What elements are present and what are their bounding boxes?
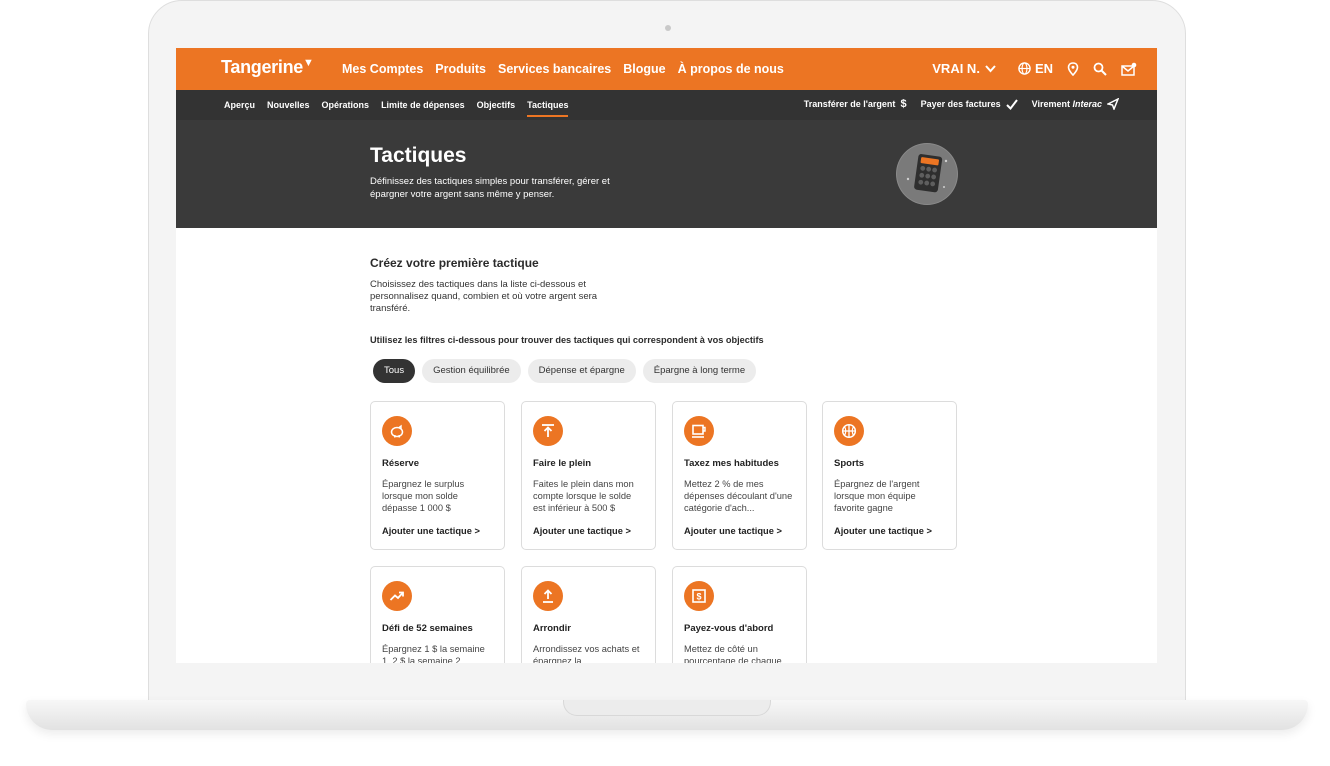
card-description: Épargnez de l'argent lorsque mon équipe … bbox=[834, 479, 920, 513]
card-title: Arrondir bbox=[533, 623, 571, 634]
card-title: Payez-vous d'abord bbox=[684, 623, 774, 634]
filter-depense-epargne[interactable]: Dépense et épargne bbox=[527, 359, 636, 383]
tactic-card-reserve[interactable]: Réserve Épargnez le surplus lorsque mon … bbox=[370, 401, 505, 550]
card-icon-badge bbox=[834, 416, 864, 446]
card-title: Sports bbox=[834, 458, 865, 469]
arrow-up-icon bbox=[543, 589, 553, 603]
nav-a-propos[interactable]: À propos de nous bbox=[678, 62, 784, 76]
tab-operations[interactable]: Opérations bbox=[322, 100, 370, 117]
dollar-icon: $ bbox=[900, 98, 907, 110]
tab-tactiques[interactable]: Tactiques bbox=[527, 100, 569, 117]
tangerine-logo[interactable]: Tangerine▼ bbox=[221, 57, 314, 78]
card-description: Épargnez le surplus lorsque mon solde dé… bbox=[382, 479, 465, 513]
card-description: Mettez de côté un pourcentage de chaque bbox=[684, 644, 782, 663]
location-pin-icon[interactable] bbox=[1067, 61, 1079, 76]
filter-epargne-long-terme[interactable]: Épargne à long terme bbox=[642, 359, 757, 383]
nav-blogue[interactable]: Blogue bbox=[623, 62, 665, 76]
tactic-card-payez-vous-dabord[interactable]: $ Payez-vous d'abord Mettez de côté un p… bbox=[672, 566, 807, 663]
mail-icon[interactable] bbox=[1121, 62, 1137, 76]
filter-chips: Tous Gestion équilibrée Dépense et éparg… bbox=[373, 359, 757, 383]
transfer-money-link[interactable]: Transférer de l'argent $ bbox=[804, 98, 907, 110]
filter-tous[interactable]: Tous bbox=[373, 359, 416, 383]
interac-transfer-link[interactable]: Virement Interac bbox=[1032, 98, 1119, 110]
tactic-card-faire-le-plein[interactable]: Faire le plein Faites le plein dans mon … bbox=[521, 401, 656, 550]
account-tabs: Aperçu Nouvelles Opérations Limite de dé… bbox=[224, 100, 569, 117]
browser-screen: Tangerine▼ Mes Comptes Produits Services… bbox=[176, 48, 1157, 663]
filter-gestion-equilibree[interactable]: Gestion équilibrée bbox=[422, 359, 521, 383]
tactic-card-taxez-mes-habitudes[interactable]: Taxez mes habitudes Mettez 2 % de mes dé… bbox=[672, 401, 807, 550]
trend-up-icon bbox=[389, 591, 404, 601]
calculator-illustration-icon bbox=[896, 143, 958, 205]
card-description: Arrondissez vos achats et épargnez la bbox=[533, 644, 640, 663]
tactic-card-sports[interactable]: Sports Épargnez de l'argent lorsque mon … bbox=[822, 401, 957, 550]
nav-services-bancaires[interactable]: Services bancaires bbox=[498, 62, 611, 76]
basketball-icon bbox=[841, 423, 857, 439]
tactic-card-defi-52-semaines[interactable]: Défi de 52 semaines Épargnez 1 $ la sema… bbox=[370, 566, 505, 663]
hero-banner: Tactiques Définissez des tactiques simpl… bbox=[176, 120, 1157, 228]
transfer-label: Transférer de l'argent bbox=[803, 99, 896, 109]
quick-actions: Transférer de l'argent $ Payer des factu… bbox=[804, 98, 1119, 110]
main-header: Tangerine▼ Mes Comptes Produits Services… bbox=[176, 48, 1157, 90]
card-icon-badge bbox=[684, 416, 714, 446]
card-title: Défi de 52 semaines bbox=[382, 623, 473, 634]
secondary-nav: Aperçu Nouvelles Opérations Limite de dé… bbox=[176, 90, 1157, 121]
page-title: Tactiques bbox=[370, 144, 467, 167]
language-label: EN bbox=[1034, 61, 1053, 76]
add-tactic-link[interactable]: Ajouter une tactique > bbox=[382, 526, 480, 536]
pay-bills-link[interactable]: Payer des factures bbox=[920, 98, 1018, 110]
section-title: Créez votre première tactique bbox=[370, 256, 539, 270]
card-icon-badge bbox=[382, 416, 412, 446]
dollar-bill-icon: $ bbox=[692, 589, 706, 603]
card-title: Faire le plein bbox=[533, 458, 592, 469]
interac-prefix: Virement bbox=[1031, 99, 1070, 109]
logo-text: Tangerine bbox=[221, 57, 303, 77]
send-plane-icon bbox=[1107, 98, 1119, 110]
nav-produits[interactable]: Produits bbox=[435, 62, 486, 76]
tab-limite-depenses[interactable]: Limite de dépenses bbox=[381, 100, 465, 117]
logo-mark-icon: ▼ bbox=[302, 57, 314, 69]
user-menu[interactable]: VRAI N. bbox=[932, 61, 996, 76]
card-icon-badge bbox=[382, 581, 412, 611]
tab-objectifs[interactable]: Objectifs bbox=[477, 100, 516, 117]
pay-bills-label: Payer des factures bbox=[920, 99, 1001, 109]
calculator-icon bbox=[897, 144, 957, 204]
tab-apercu[interactable]: Aperçu bbox=[224, 100, 255, 117]
svg-text:$: $ bbox=[696, 592, 701, 602]
card-icon-badge: $ bbox=[684, 581, 714, 611]
globe-icon bbox=[1018, 62, 1031, 75]
user-name: VRAI N. bbox=[932, 61, 980, 76]
nav-mes-comptes[interactable]: Mes Comptes bbox=[342, 62, 423, 76]
checkmark-icon bbox=[1005, 98, 1018, 110]
card-icon-badge bbox=[533, 581, 563, 611]
piggy-bank-icon bbox=[390, 424, 404, 438]
card-title: Réserve bbox=[382, 458, 419, 469]
header-utilities: VRAI N. EN bbox=[932, 61, 1137, 76]
tab-nouvelles[interactable]: Nouvelles bbox=[267, 100, 310, 117]
interac-label: Virement Interac bbox=[1032, 99, 1102, 109]
add-tactic-link[interactable]: Ajouter une tactique > bbox=[533, 526, 631, 536]
card-description: Faites le plein dans mon compte lorsque … bbox=[533, 479, 634, 513]
card-description: Épargnez 1 $ la semaine 1, 2 $ la semain… bbox=[382, 644, 485, 663]
add-tactic-link[interactable]: Ajouter une tactique > bbox=[834, 526, 932, 536]
card-title: Taxez mes habitudes bbox=[684, 458, 779, 469]
search-icon[interactable] bbox=[1093, 62, 1107, 76]
main-nav: Mes Comptes Produits Services bancaires … bbox=[342, 62, 784, 76]
fill-up-icon bbox=[542, 424, 554, 437]
language-toggle[interactable]: EN bbox=[1018, 61, 1053, 76]
chevron-down-icon bbox=[985, 64, 996, 72]
add-tactic-link[interactable]: Ajouter une tactique > bbox=[684, 526, 782, 536]
card-description: Mettez 2 % de mes dépenses découlant d'u… bbox=[684, 479, 793, 513]
laptop-camera bbox=[665, 25, 671, 31]
coffee-cup-icon bbox=[692, 424, 706, 438]
hero-description: Définissez des tactiques simples pour tr… bbox=[370, 176, 610, 200]
filter-label: Utilisez les filtres ci-dessous pour tro… bbox=[370, 335, 764, 345]
section-description: Choisissez des tactiques dans la liste c… bbox=[370, 279, 598, 314]
laptop-notch bbox=[563, 700, 771, 716]
tactic-card-arrondir[interactable]: Arrondir Arrondissez vos achats et éparg… bbox=[521, 566, 656, 663]
interac-brand: Interac bbox=[1072, 99, 1102, 109]
card-icon-badge bbox=[533, 416, 563, 446]
